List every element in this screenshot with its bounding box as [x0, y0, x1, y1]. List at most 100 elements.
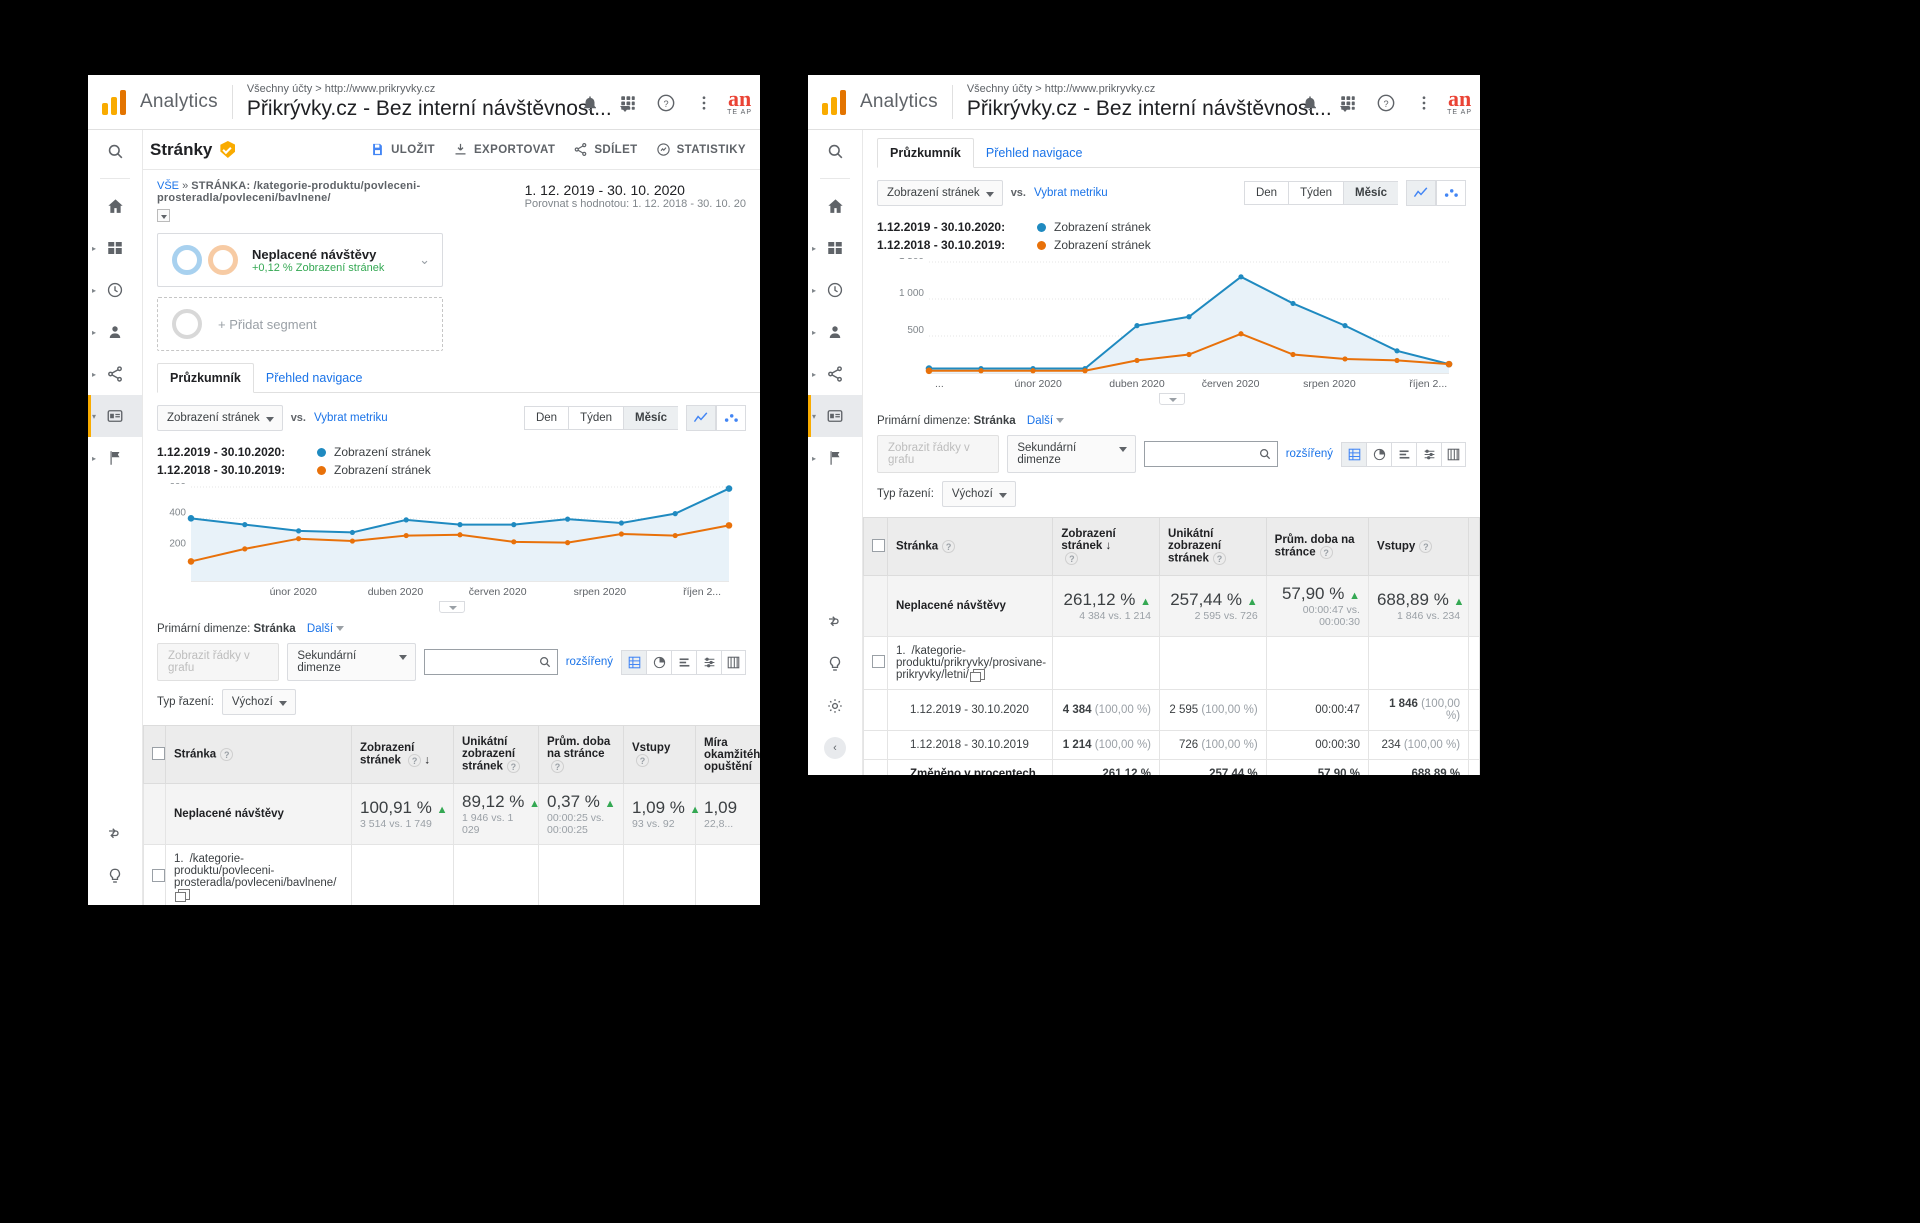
help-icon[interactable]: ? [220, 748, 233, 761]
right-sidebar[interactable]: ▸ ▸ ▸ ▸ ▾ ▸ ‹ [808, 130, 863, 775]
sidebar-item-conversions[interactable]: ▸ [808, 437, 862, 479]
header-unikatni-zobrazeni[interactable]: Unikátní zobrazení stránek? [454, 726, 539, 784]
tab-pruzkumnik[interactable]: Průzkumník [877, 138, 974, 168]
help-icon[interactable]: ? [942, 540, 955, 553]
sidebar-item-discover[interactable] [808, 643, 862, 685]
header-mira-opusteni[interactable]: Míra okamžitého opuštění [696, 726, 761, 784]
header-prum-doba[interactable]: Prům. doba na stránce? [1266, 518, 1368, 576]
granularity-den[interactable]: Den [1244, 181, 1288, 205]
pie-view-icon[interactable] [1366, 442, 1391, 467]
apps-grid-icon[interactable] [611, 86, 645, 120]
granularity-mesic[interactable]: Měsíc [623, 406, 678, 430]
header-zobrazeni-stranek[interactable]: Zobrazení stránek ? ↓ [352, 726, 454, 784]
select-all-checkbox[interactable] [152, 747, 165, 760]
report-tabs-right[interactable]: Průzkumník Přehled navigace [877, 138, 1480, 168]
analytics-window-left[interactable]: Analytics Všechny účty > http://www.prik… [88, 75, 760, 905]
advanced-link[interactable]: rozšířený [566, 656, 613, 668]
right-chart[interactable]: 5001 0001 500...únor 2020duben 2020červe… [877, 258, 1466, 405]
header-vstupy[interactable]: Vstupy? [624, 726, 696, 784]
chart-resize-handle[interactable] [1159, 393, 1185, 405]
add-segment-button[interactable]: + Přidat segment [157, 297, 443, 351]
bell-icon[interactable] [1293, 86, 1327, 120]
header-unikatni-zobrazeni[interactable]: Unikátní zobrazení stránek? [1160, 518, 1267, 576]
comparison-view-icon[interactable] [696, 650, 721, 675]
sidebar-item-behavior[interactable]: ▾ [808, 395, 862, 437]
header-zobrazeni-stranek[interactable]: Zobrazení stránek ↓? [1053, 518, 1160, 576]
sidebar-item-admin[interactable] [808, 685, 862, 727]
help-icon[interactable]: ? [1065, 552, 1078, 565]
open-external-icon[interactable] [178, 889, 190, 900]
granularity-mesic[interactable]: Měsíc [1343, 181, 1398, 205]
sidebar-item-audience[interactable]: ▸ [808, 311, 862, 353]
pick-metric-link[interactable]: Vybrat metriku [314, 412, 388, 424]
row-page-link[interactable]: /kategorie-produktu/povleceni-prosteradl… [174, 853, 336, 889]
table-view-icon[interactable] [621, 650, 646, 675]
left-chart[interactable]: 200400600únor 2020duben 2020červen 2020s… [157, 483, 746, 613]
collapse-arrow-icon[interactable]: ‹ [824, 737, 846, 759]
sidebar-item-acquisition[interactable]: ▸ [88, 353, 142, 395]
row-checkbox[interactable] [872, 655, 885, 668]
filter-breadcrumb[interactable]: VŠE » STRÁNKA: /kategorie-produktu/povle… [157, 180, 515, 204]
help-icon[interactable]: ? [1213, 552, 1226, 565]
line-chart-icon[interactable] [1406, 180, 1436, 206]
bar-view-icon[interactable] [671, 650, 696, 675]
chevron-down-icon[interactable] [336, 626, 344, 631]
granularity-group[interactable]: Den Týden Měsíc [524, 405, 746, 431]
help-icon[interactable]: ? [1320, 546, 1333, 559]
breadcrumb-all[interactable]: VŠE [157, 180, 179, 192]
sidebar-item-discover[interactable] [88, 855, 142, 897]
advanced-link[interactable]: rozšířený [1286, 448, 1333, 460]
metric-select[interactable]: Zobrazení stránek [877, 180, 1003, 206]
comparison-view-icon[interactable] [1416, 442, 1441, 467]
help-icon[interactable]: ? [636, 754, 649, 767]
save-button[interactable]: ULOŽIT [370, 142, 435, 157]
export-button[interactable]: EXPORTOVAT [453, 142, 555, 157]
sidebar-item-customization[interactable]: ▸ [88, 227, 142, 269]
open-external-icon[interactable] [973, 669, 985, 680]
row-checkbox-cell[interactable] [864, 637, 888, 690]
secondary-dimension-select[interactable]: Sekundární dimenze [287, 643, 415, 681]
header-vstupy[interactable]: Vstupy? [1368, 518, 1468, 576]
sidebar-item-acquisition[interactable]: ▸ [808, 353, 862, 395]
granularity-tyden[interactable]: Týden [568, 406, 623, 430]
help-icon[interactable]: ? [1419, 540, 1432, 553]
line-chart-icon[interactable] [686, 405, 716, 431]
scatter-chart-icon[interactable] [1436, 180, 1466, 206]
help-icon[interactable]: ? [408, 754, 421, 767]
secondary-dimension-select[interactable]: Sekundární dimenze [1007, 435, 1135, 473]
sidebar-item-search[interactable] [808, 130, 862, 172]
sort-type-select[interactable]: Výchozí [942, 481, 1016, 507]
more-dimensions-link[interactable]: Další [307, 623, 333, 635]
help-icon[interactable]: ? [1369, 86, 1403, 120]
granularity-group[interactable]: Den Týden Měsíc [1244, 180, 1466, 206]
sidebar-item-attribution[interactable] [88, 813, 142, 855]
sidebar-item-collapse[interactable]: ‹ [808, 727, 862, 769]
scatter-chart-icon[interactable] [716, 405, 746, 431]
row-page-cell[interactable]: 1./kategorie-produktu/povleceni-prostera… [166, 845, 352, 906]
tab-pruzkumnik[interactable]: Průzkumník [157, 363, 254, 393]
date-range-picker[interactable]: 1. 12. 2019 - 30. 10. 2020 Porovnat s ho… [525, 180, 746, 210]
pivot-view-icon[interactable] [1441, 442, 1466, 467]
search-input[interactable] [1144, 441, 1278, 467]
help-icon[interactable]: ? [507, 760, 520, 773]
sidebar-item-home[interactable] [808, 185, 862, 227]
primary-dimension-value[interactable]: Stránka [974, 415, 1016, 427]
segment-card[interactable]: Neplacené návštěvy +0,12 % Zobrazení str… [157, 233, 443, 287]
chevron-down-icon[interactable] [1056, 418, 1064, 423]
sidebar-item-home[interactable] [88, 185, 142, 227]
row-checkbox-cell[interactable] [144, 845, 166, 906]
select-all-header[interactable] [864, 518, 888, 576]
pivot-view-icon[interactable] [721, 650, 746, 675]
more-vert-icon[interactable] [687, 86, 721, 120]
more-dimensions-link[interactable]: Další [1027, 415, 1053, 427]
help-icon[interactable]: ? [649, 86, 683, 120]
search-input[interactable] [424, 649, 558, 675]
share-button[interactable]: SDÍLET [573, 142, 637, 157]
sidebar-item-behavior[interactable]: ▾ [88, 395, 142, 437]
sort-type-select[interactable]: Výchozí [222, 689, 296, 715]
view-type-group[interactable] [1341, 442, 1466, 467]
apps-grid-icon[interactable] [1331, 86, 1365, 120]
breadcrumb-dropdown-icon[interactable] [157, 209, 170, 222]
sidebar-item-search[interactable] [88, 130, 142, 172]
more-vert-icon[interactable] [1407, 86, 1441, 120]
